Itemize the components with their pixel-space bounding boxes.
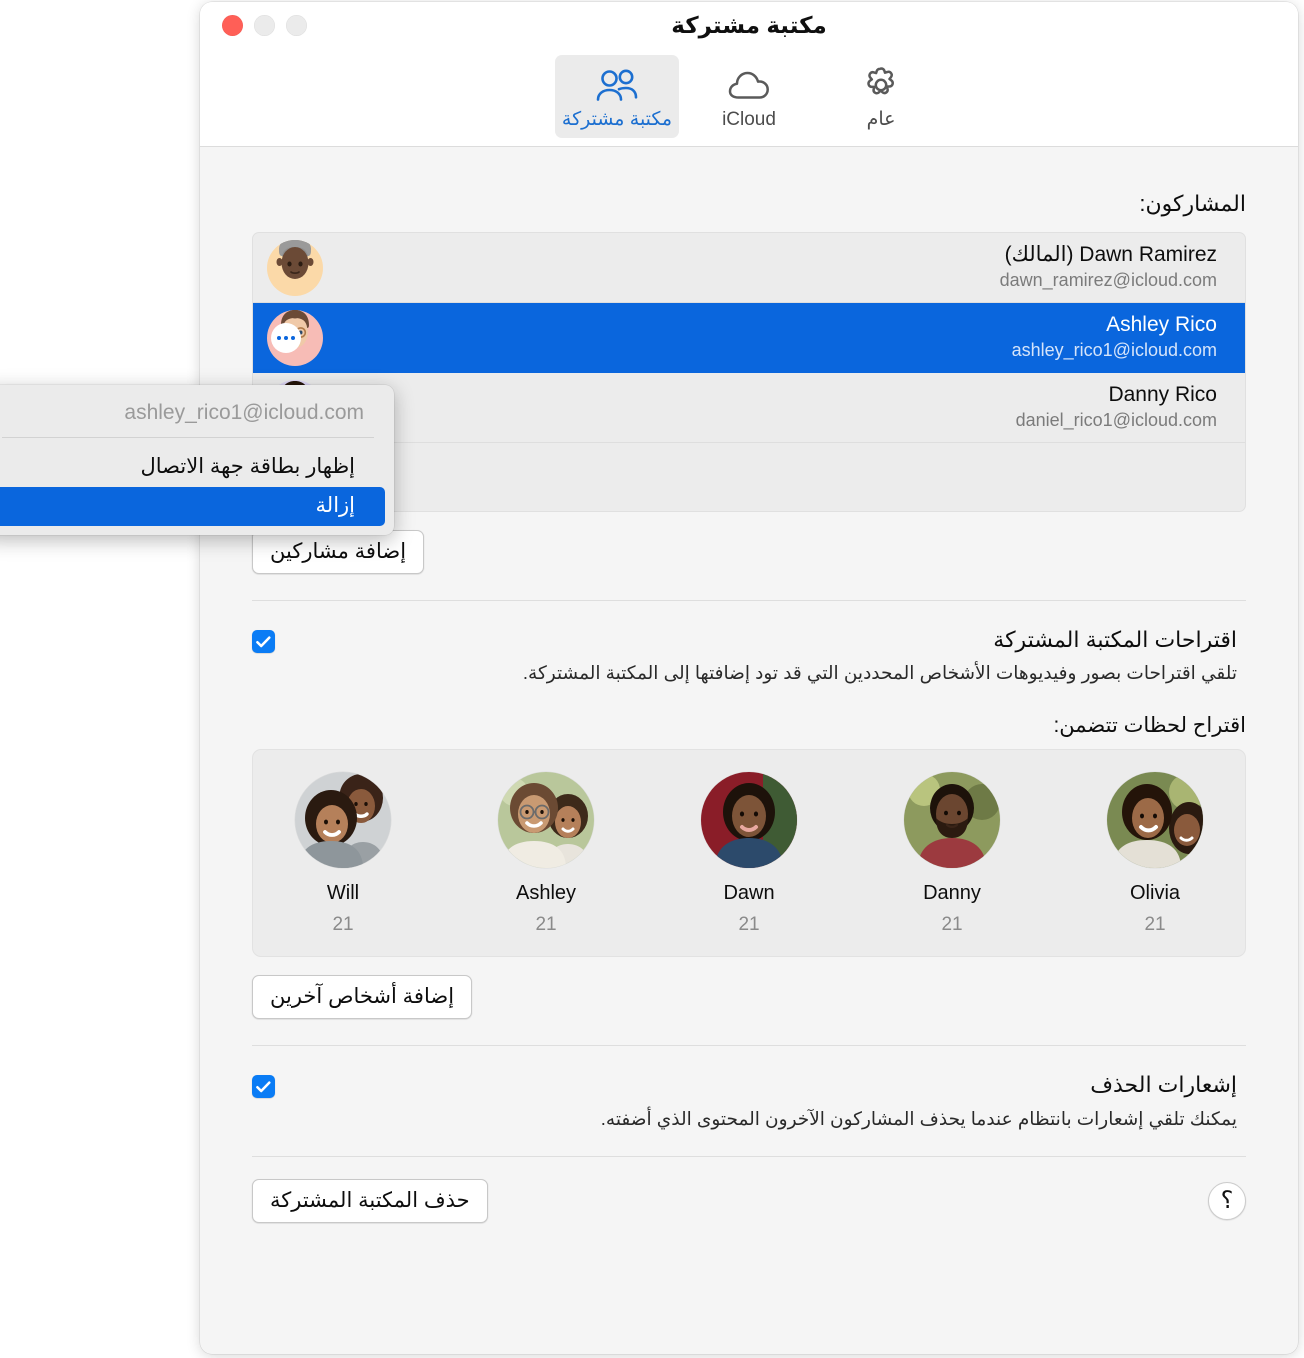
tab-general[interactable]: عام — [819, 55, 943, 138]
deletion-notifications-checkbox[interactable] — [252, 1075, 275, 1099]
participant-info — [323, 478, 1217, 479]
memoji-older-woman-icon — [267, 239, 323, 294]
participant-email: daniel_rico1@icloud.com — [1015, 410, 1217, 431]
shared-library-suggestions-text: اقتراحات المكتبة المشتركة تلقي اقتراحات … — [275, 627, 1237, 687]
participant-name: Danny Rico — [1108, 383, 1217, 407]
cloud-icon — [726, 65, 772, 107]
add-other-people-button[interactable]: إضافة أشخاص آخرين — [252, 975, 473, 1020]
list-item[interactable]: Olivia 21 — [1095, 772, 1215, 936]
tab-icloud[interactable]: iCloud — [687, 56, 811, 138]
help-button-icon[interactable]: ؟ — [1208, 1182, 1246, 1221]
shared-library-suggestions-title: اقتراحات المكتبة المشتركة — [993, 627, 1237, 652]
add-other-people-row: إضافة أشخاص آخرين — [252, 975, 1246, 1020]
suggested-people-grid: Will 21 Ashley 21 Dawn 21 Danny 21 Olivi… — [252, 749, 1246, 958]
person-name: Olivia — [1130, 882, 1181, 905]
add-participants-button[interactable]: إضافة مشاركين — [252, 530, 425, 574]
tab-shared-library[interactable]: مكتبة مشتركة — [555, 55, 679, 138]
deletion-notifications-text: إشعارات الحذف يمكنك تلقي إشعارات بانتظام… — [275, 1072, 1237, 1132]
shared-library-suggestions-description: تلقي اقتراحات بصور وفيديوهات الأشخاص الم… — [522, 662, 1237, 684]
photo-young-woman-smiling-icon — [1107, 772, 1203, 869]
table-row[interactable]: Ashley Rico ashley_rico1@icloud.com — [253, 303, 1245, 373]
tab-shared-library-label: مكتبة مشتركة — [561, 109, 673, 130]
participant-email: ashley_rico1@icloud.com — [1011, 340, 1217, 361]
person-count: 21 — [332, 914, 354, 936]
two-people-icon — [595, 64, 639, 106]
photo-girl-and-woman-icon — [295, 772, 391, 869]
participant-context-menu: ashley_rico1@icloud.com إظهار بطاقة جهة … — [0, 385, 394, 535]
photo-woman-glasses-and-girl-icon — [498, 772, 594, 869]
person-name: Will — [326, 882, 360, 905]
tab-icloud-label: iCloud — [722, 109, 776, 130]
shared-library-suggestions-checkbox[interactable] — [252, 630, 275, 653]
list-item[interactable]: Ashley 21 — [486, 772, 606, 936]
person-name: Danny — [923, 882, 981, 905]
toolbar-tabs: مكتبة مشتركة iCloud عام — [200, 55, 1298, 138]
window-footer: حذف المكتبة المشتركة ؟ — [252, 1179, 1246, 1224]
context-menu-header: ashley_rico1@icloud.com — [124, 401, 364, 424]
window-title: مكتبة مشتركة — [671, 12, 827, 38]
list-item[interactable]: Will 21 — [283, 772, 403, 936]
photo-man-beard-outdoors-icon — [904, 772, 1000, 869]
participant-name: Ashley Rico — [1106, 313, 1217, 337]
list-item[interactable]: Dawn 21 — [689, 772, 809, 936]
delete-shared-library-button[interactable]: حذف المكتبة المشتركة — [252, 1179, 488, 1224]
context-menu-separator — [2, 437, 374, 438]
person-count: 21 — [941, 914, 963, 936]
divider — [252, 1156, 1246, 1158]
photo-woman-red-backdrop-icon — [701, 772, 797, 869]
participant-email: dawn_ramirez@icloud.com — [999, 270, 1217, 291]
divider — [252, 600, 1246, 601]
participant-name: Dawn Ramirez (المالك) — [1004, 243, 1217, 267]
more-options-icon[interactable] — [271, 322, 301, 353]
person-count: 21 — [1144, 914, 1166, 936]
person-name: Dawn — [723, 882, 775, 905]
menu-item-show-contact-card[interactable]: إظهار بطاقة جهة الاتصال — [0, 448, 385, 487]
deletion-notifications-description: يمكنك تلقي إشعارات بانتظام عندما يحذف ال… — [600, 1107, 1237, 1129]
suggest-moments-label: اقتراح لحظات تتضمن: — [1053, 714, 1246, 738]
gear-icon — [861, 64, 901, 106]
tab-general-label: عام — [866, 109, 896, 130]
settings-window: مكتبة مشتركة مكتبة مشتركة iCloud عام الم… — [200, 2, 1298, 1354]
screen: مكتبة مشتركة مكتبة مشتركة iCloud عام الم… — [0, 0, 1304, 1358]
person-count: 21 — [535, 914, 557, 936]
participant-info: Dawn Ramirez (المالك) dawn_ramirez@iclou… — [323, 242, 1217, 293]
participant-info: Ashley Rico ashley_rico1@icloud.com — [323, 312, 1217, 363]
participants-label: المشاركون: — [1139, 191, 1246, 216]
person-name: Ashley — [515, 882, 577, 905]
deletion-notifications-title: إشعارات الحذف — [1090, 1072, 1237, 1098]
shared-library-suggestions-row[interactable]: اقتراحات المكتبة المشتركة تلقي اقتراحات … — [252, 627, 1246, 687]
divider — [252, 1045, 1246, 1047]
person-count: 21 — [738, 914, 760, 936]
participant-info: Danny Rico daniel_rico1@icloud.com — [323, 382, 1217, 433]
window-titlebar: مكتبة مشتركة مكتبة مشتركة iCloud عام — [200, 2, 1298, 147]
avatar — [267, 239, 323, 296]
table-row[interactable] — [253, 443, 1245, 511]
menu-item-remove[interactable]: إزالة — [0, 487, 385, 526]
add-participants-row: إضافة مشاركين — [252, 530, 1246, 574]
deletion-notifications-row[interactable]: إشعارات الحذف يمكنك تلقي إشعارات بانتظام… — [252, 1072, 1246, 1132]
participants-list[interactable]: Dawn Ramirez (المالك) dawn_ramirez@iclou… — [252, 232, 1246, 512]
list-item[interactable]: Danny 21 — [892, 772, 1012, 936]
settings-content: المشاركون: Dawn Ramirez (المالك) dawn_ra… — [200, 147, 1298, 1354]
table-row[interactable]: Dawn Ramirez (المالك) dawn_ramirez@iclou… — [253, 233, 1245, 303]
table-row[interactable]: Danny Rico daniel_rico1@icloud.com — [253, 373, 1245, 443]
